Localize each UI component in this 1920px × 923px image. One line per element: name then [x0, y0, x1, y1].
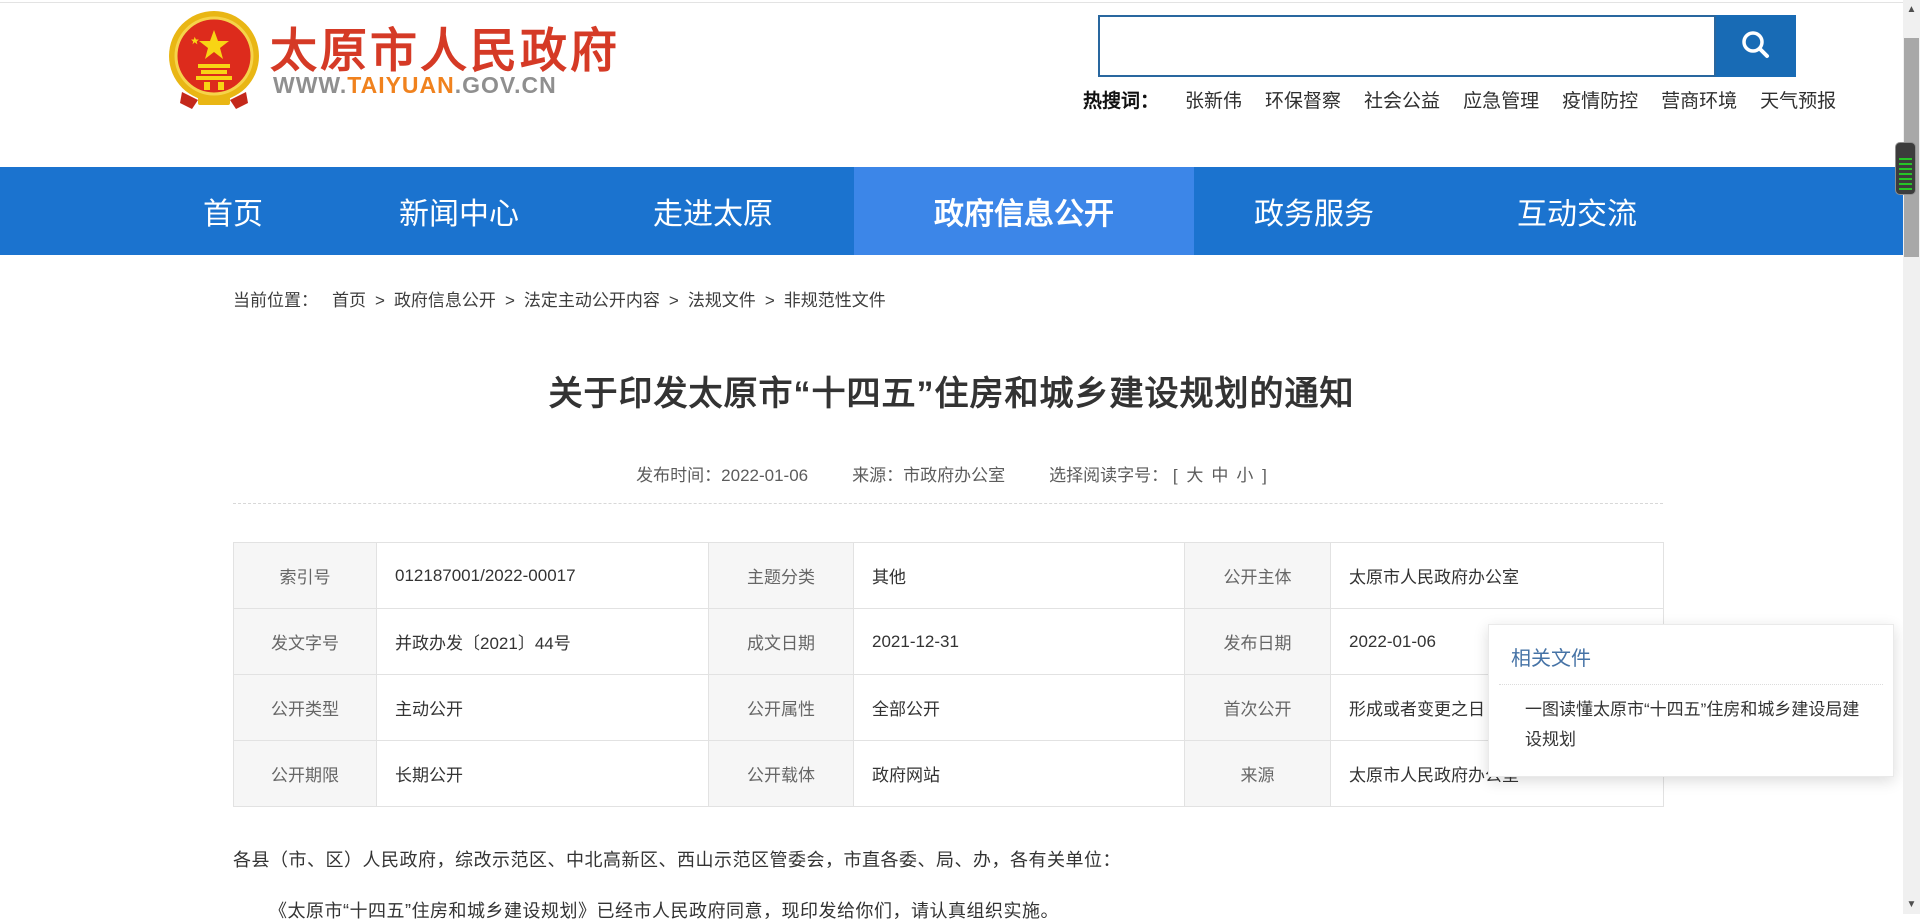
article-meta: 发布时间：2022-01-06 来源：市政府办公室 选择阅读字号： [ 大中小 … [0, 461, 1903, 486]
breadcrumb-separator: > [375, 291, 385, 310]
site-title: 太原市人民政府 [270, 12, 620, 81]
table-value-cell: 并政办发〔2021〕44号 [377, 609, 709, 675]
table-label-cell: 索引号 [234, 543, 377, 609]
nav-item[interactable]: 首页 [120, 167, 346, 255]
breadcrumb-label: 当前位置： [233, 286, 318, 311]
hot-keyword-link[interactable]: 天气预报 [1760, 91, 1836, 112]
breadcrumb-items: 首页 > 政府信息公开 > 法定主动公开内容 > 法规文件 > 非规范性文件 [332, 286, 886, 311]
page-title: 关于印发太原市“十四五”住房和城乡建设规划的通知 [0, 366, 1903, 415]
table-label-cell: 来源 [1185, 741, 1331, 807]
font-size-label: 选择阅读字号： [1049, 466, 1168, 485]
scroll-up-arrow[interactable]: ▲ [1903, 1, 1920, 18]
breadcrumb-link[interactable]: 政府信息公开 [394, 291, 496, 310]
search-button[interactable] [1716, 15, 1796, 77]
hot-search-links: 张新伟 环保督察 社会公益 应急管理 疫情防控 营商环境 天气预报 [1185, 86, 1859, 113]
table-label-cell: 首次公开 [1185, 675, 1331, 741]
related-files-title: 相关文件 [1511, 642, 1893, 671]
font-size-options: 大中小 [1182, 466, 1257, 485]
table-value-cell: 主动公开 [377, 675, 709, 741]
table-value-cell: 2021-12-31 [854, 609, 1185, 675]
site-url-domain: TAIYUAN [347, 72, 455, 98]
font-size-bracket-open: [ [1173, 466, 1178, 485]
nav-item[interactable]: 新闻中心 [346, 167, 572, 255]
font-size-option[interactable]: 中 [1211, 466, 1228, 485]
scroll-marker-stripes [1899, 158, 1912, 190]
breadcrumb-separator: > [669, 291, 679, 310]
breadcrumb-separator: > [505, 291, 515, 310]
hot-keyword-link[interactable]: 应急管理 [1463, 91, 1539, 112]
related-files-popup: 相关文件 一图读懂太原市“十四五”住房和城乡建设局建设规划 [1488, 624, 1894, 777]
search-icon [1737, 27, 1775, 65]
table-value-cell: 长期公开 [377, 741, 709, 807]
hot-keyword-link[interactable]: 营商环境 [1661, 91, 1737, 112]
hot-keyword-link[interactable]: 社会公益 [1364, 91, 1440, 112]
table-label-cell: 发布日期 [1185, 609, 1331, 675]
hot-search-row: 热搜词： 张新伟 环保督察 社会公益 应急管理 疫情防控 营商环境 天气预报 [1083, 86, 1859, 113]
scroll-down-arrow[interactable]: ▼ [1903, 896, 1920, 913]
table-row: 索引号012187001/2022-00017主题分类其他公开主体太原市人民政府… [234, 543, 1664, 609]
font-size-option[interactable]: 大 [1186, 466, 1203, 485]
table-row: 公开类型主动公开公开属性全部公开首次公开形成或者变更之日 [234, 675, 1664, 741]
table-label-cell: 公开属性 [709, 675, 854, 741]
table-row: 公开期限长期公开公开载体政府网站来源太原市人民政府办公室 [234, 741, 1664, 807]
main-nav-items: 首页新闻中心走进太原政府信息公开政务服务互动交流 [120, 167, 1920, 255]
table-label-cell: 发文字号 [234, 609, 377, 675]
article-source: 来源：市政府办公室 [852, 461, 1005, 486]
hot-keyword-link[interactable]: 环保督察 [1265, 91, 1341, 112]
breadcrumb-link[interactable]: 首页 [332, 291, 366, 310]
main-nav: 首页新闻中心走进太原政府信息公开政务服务互动交流 [0, 167, 1920, 255]
hot-keyword-link[interactable]: 疫情防控 [1562, 91, 1638, 112]
breadcrumb-link[interactable]: 法定主动公开内容 [524, 291, 660, 310]
page-top-border [0, 2, 1920, 3]
table-value-cell: 其他 [854, 543, 1185, 609]
site-url-prefix: WWW. [273, 72, 347, 98]
font-size-selector: 选择阅读字号： [ 大中小 ] [1049, 461, 1267, 486]
nav-item-active[interactable]: 政府信息公开 [854, 167, 1194, 255]
site-url: WWW.TAIYUAN.GOV.CN [273, 72, 557, 99]
table-label-cell: 成文日期 [709, 609, 854, 675]
font-size-bracket-close: ] [1262, 466, 1267, 485]
meta-divider [233, 503, 1663, 504]
table-label-cell: 公开期限 [234, 741, 377, 807]
table-row: 发文字号并政办发〔2021〕44号成文日期2021-12-31发布日期2022-… [234, 609, 1664, 675]
table-label-cell: 公开类型 [234, 675, 377, 741]
breadcrumb-link: 非规范性文件 [784, 291, 886, 310]
browser-scrollbar[interactable]: ▲ ▼ [1903, 0, 1920, 914]
table-value-cell: 太原市人民政府办公室 [1331, 543, 1664, 609]
article-paragraph-body: 《太原市“十四五”住房和城乡建设规划》已经市人民政府同意，现印发给你们，请认真组… [233, 897, 1663, 923]
popup-divider [1499, 684, 1883, 685]
table-label-cell: 主题分类 [709, 543, 854, 609]
nav-item[interactable]: 互动交流 [1434, 167, 1720, 255]
table-value-cell: 政府网站 [854, 741, 1185, 807]
table-label-cell: 公开主体 [1185, 543, 1331, 609]
publish-time: 发布时间：2022-01-06 [636, 461, 808, 486]
document-info-table: 索引号012187001/2022-00017主题分类其他公开主体太原市人民政府… [233, 542, 1664, 807]
site-url-suffix: .GOV.CN [455, 72, 557, 98]
related-file-link[interactable]: 一图读懂太原市“十四五”住房和城乡建设局建设规划 [1525, 695, 1873, 755]
table-value-cell: 012187001/2022-00017 [377, 543, 709, 609]
scroll-marker-widget[interactable] [1895, 142, 1916, 195]
breadcrumb-separator: > [765, 291, 775, 310]
article-paragraph-salutation: 各县（市、区）人民政府，综改示范区、中北高新区、西山示范区管委会，市直各委、局、… [233, 846, 1663, 872]
hot-keyword-link[interactable]: 张新伟 [1185, 91, 1242, 112]
search-input[interactable] [1098, 15, 1716, 77]
table-label-cell: 公开载体 [709, 741, 854, 807]
breadcrumb-link[interactable]: 法规文件 [688, 291, 756, 310]
font-size-option[interactable]: 小 [1236, 466, 1253, 485]
table-value-cell: 全部公开 [854, 675, 1185, 741]
nav-item[interactable]: 政务服务 [1194, 167, 1434, 255]
hot-search-label: 热搜词： [1083, 86, 1159, 113]
breadcrumb: 当前位置： 首页 > 政府信息公开 > 法定主动公开内容 > 法规文件 > 非规范性文件 [233, 286, 886, 311]
nav-item[interactable]: 走进太原 [572, 167, 854, 255]
national-emblem-logo [168, 8, 260, 110]
